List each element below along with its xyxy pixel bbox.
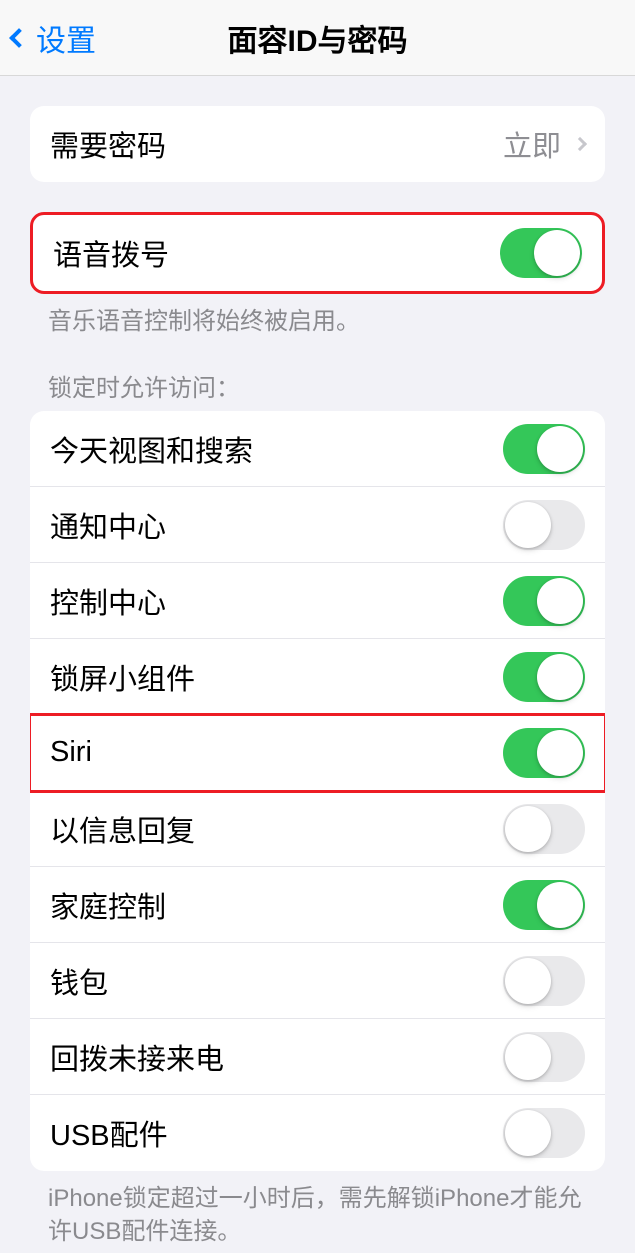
locked-access-header: 锁定时允许访问： — [48, 368, 587, 403]
today-view-row: 今天视图和搜索 — [30, 411, 605, 487]
lockscreen-widgets-toggle[interactable] — [503, 652, 585, 702]
today-view-label: 今天视图和搜索 — [50, 428, 253, 470]
lockscreen-widgets-label: 锁屏小组件 — [50, 656, 195, 698]
require-passcode-label: 需要密码 — [50, 123, 166, 165]
reply-message-label: 以信息回复 — [50, 808, 195, 850]
wallet-toggle[interactable] — [503, 956, 585, 1006]
control-center-row: 控制中心 — [30, 563, 605, 639]
require-passcode-row[interactable]: 需要密码 立即 — [30, 106, 605, 182]
usb-accessories-toggle[interactable] — [503, 1108, 585, 1158]
return-missed-calls-toggle[interactable] — [503, 1032, 585, 1082]
usb-accessories-label: USB配件 — [50, 1112, 168, 1154]
return-missed-calls-row: 回拨未接来电 — [30, 1019, 605, 1095]
today-view-toggle[interactable] — [503, 424, 585, 474]
return-missed-calls-label: 回拨未接来电 — [50, 1036, 224, 1078]
back-button[interactable]: 设置 — [0, 16, 96, 60]
chevron-left-icon — [9, 28, 29, 48]
wallet-label: 钱包 — [50, 960, 108, 1002]
reply-message-row: 以信息回复 — [30, 791, 605, 867]
home-control-toggle[interactable] — [503, 880, 585, 930]
wallet-row: 钱包 — [30, 943, 605, 1019]
usb-footer: iPhone锁定超过一小时后，需先解锁iPhone才能允许USB配件连接。 — [48, 1183, 587, 1248]
notification-center-label: 通知中心 — [50, 504, 166, 546]
siri-row: Siri — [30, 715, 605, 791]
control-center-label: 控制中心 — [50, 580, 166, 622]
notification-center-toggle[interactable] — [503, 500, 585, 550]
nav-bar: 设置 面容ID与密码 — [0, 0, 635, 76]
chevron-right-icon — [573, 137, 587, 151]
voice-dial-label: 语音拨号 — [53, 232, 169, 274]
voice-dial-row: 语音拨号 — [33, 215, 602, 291]
voice-dial-toggle[interactable] — [500, 228, 582, 278]
usb-accessories-row: USB配件 — [30, 1095, 605, 1171]
notification-center-row: 通知中心 — [30, 487, 605, 563]
locked-access-group: 今天视图和搜索 通知中心 控制中心 锁屏小组件 Siri 以信息回复 家庭控制 — [30, 411, 605, 1171]
lockscreen-widgets-row: 锁屏小组件 — [30, 639, 605, 715]
siri-toggle[interactable] — [503, 728, 585, 778]
reply-message-toggle[interactable] — [503, 804, 585, 854]
require-passcode-value: 立即 — [503, 123, 585, 165]
passcode-group: 需要密码 立即 — [30, 106, 605, 182]
home-control-label: 家庭控制 — [50, 884, 166, 926]
siri-label: Siri — [50, 736, 92, 769]
voice-dial-footer: 音乐语音控制将始终被启用。 — [48, 306, 587, 338]
home-control-row: 家庭控制 — [30, 867, 605, 943]
back-label: 设置 — [36, 16, 96, 60]
voice-dial-group: 语音拨号 — [30, 212, 605, 294]
control-center-toggle[interactable] — [503, 576, 585, 626]
